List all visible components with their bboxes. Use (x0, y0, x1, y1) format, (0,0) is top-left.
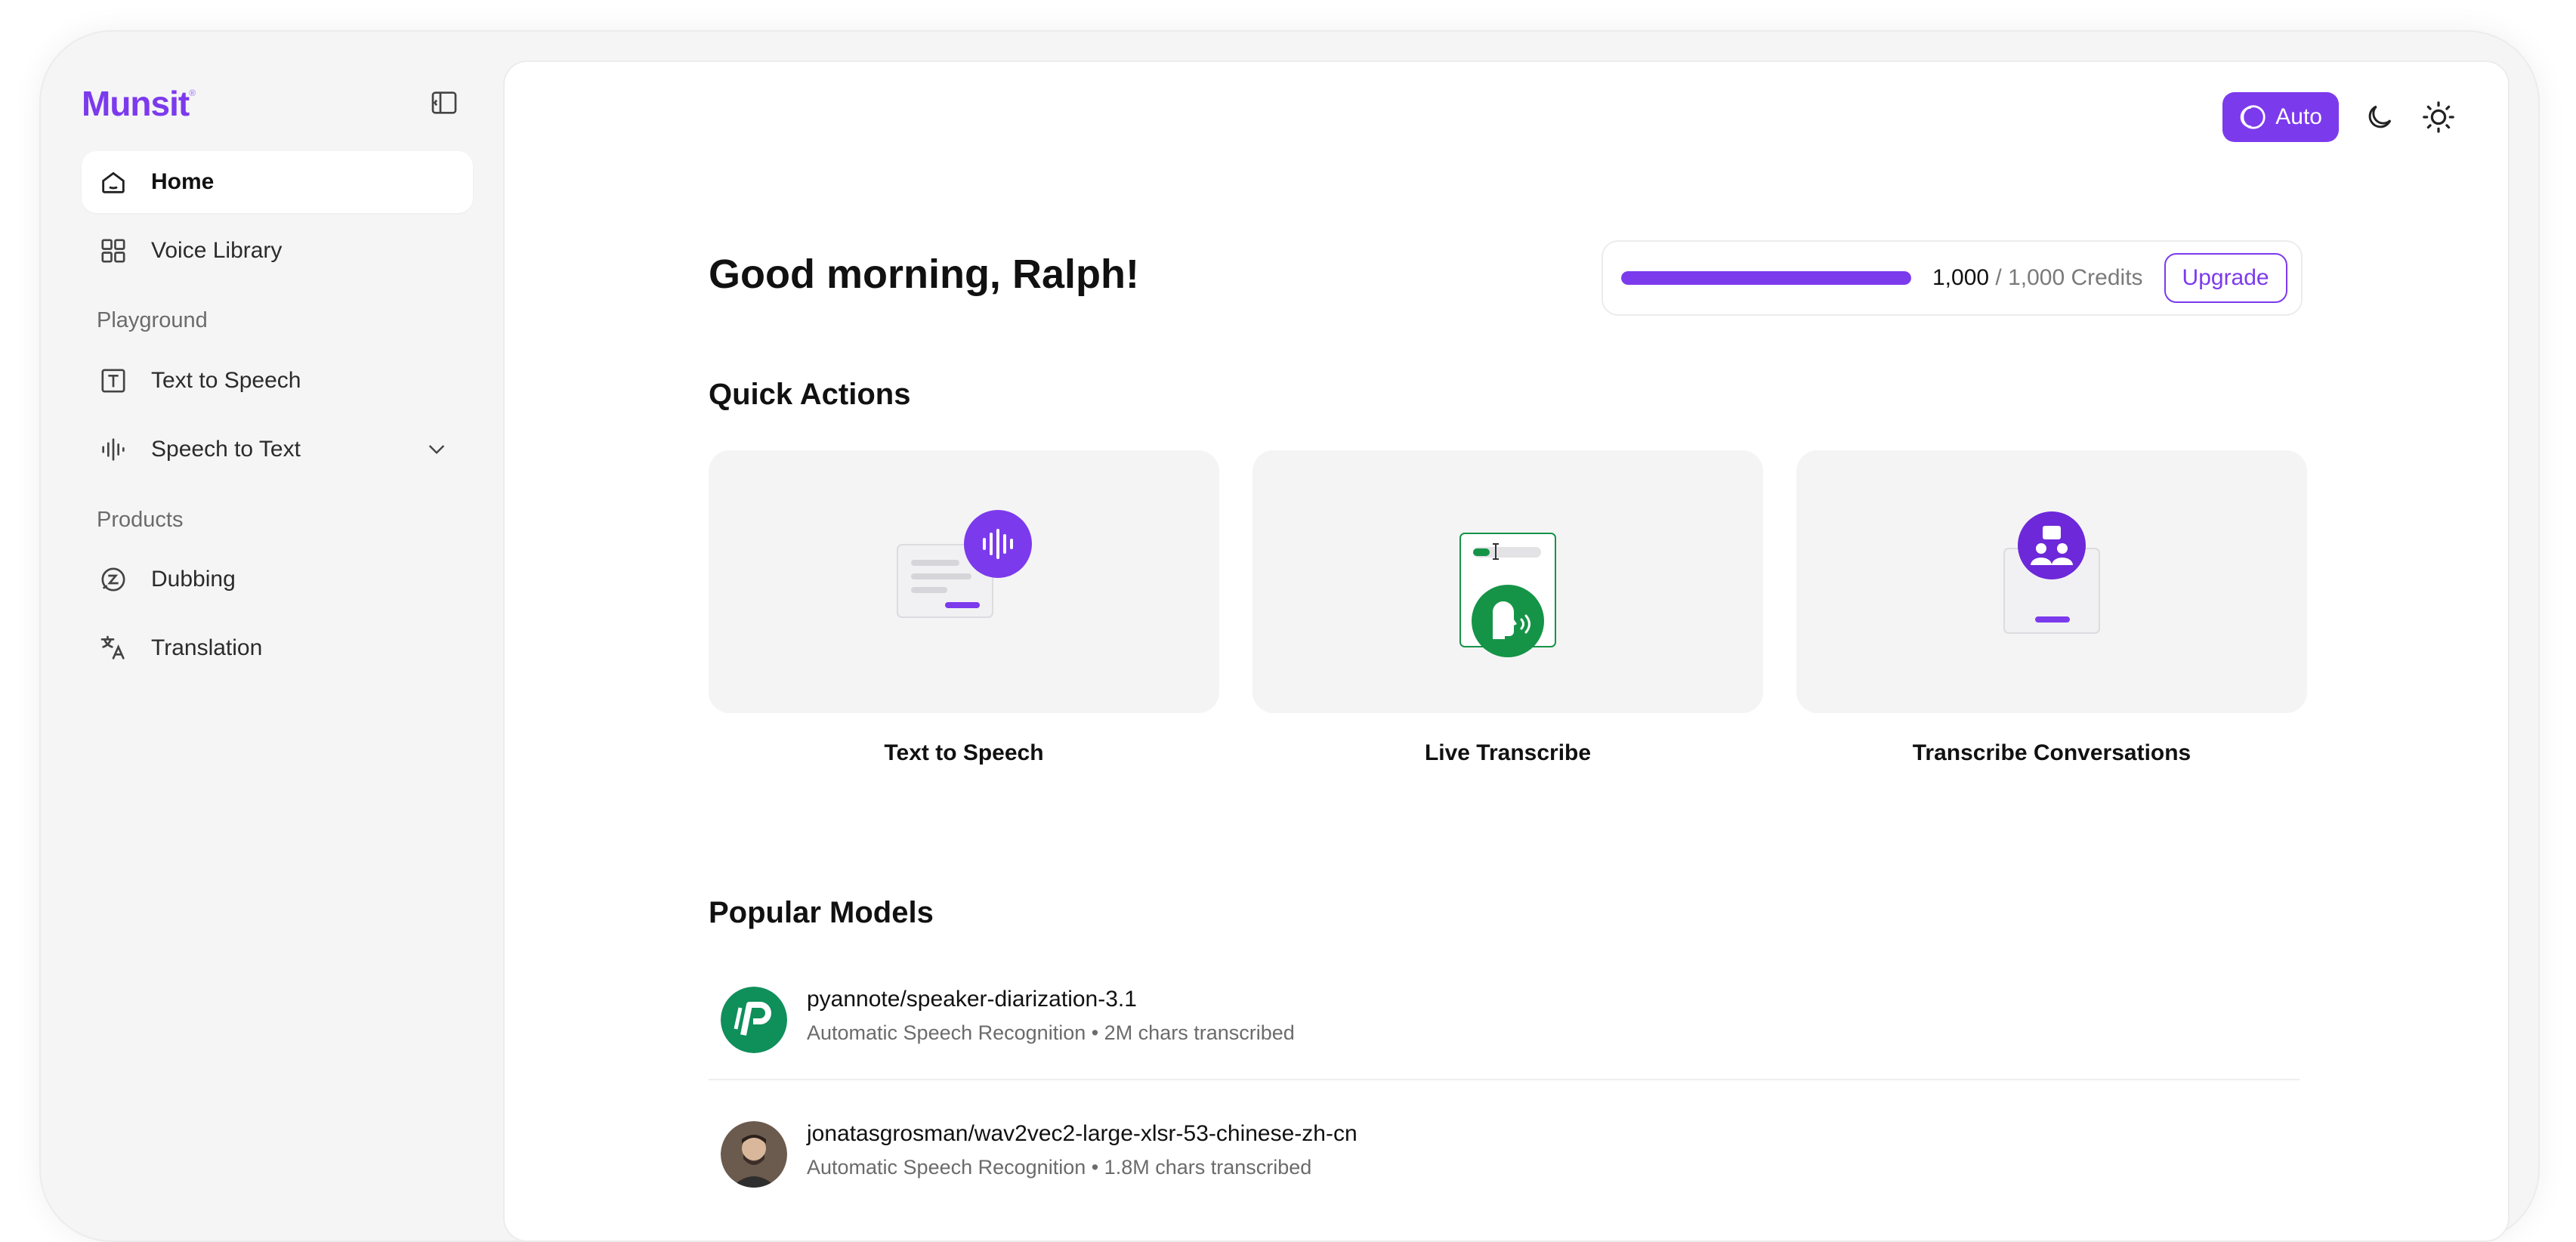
sidebar-item-label: Speech to Text (151, 437, 301, 462)
half-moon-icon (2241, 105, 2266, 129)
sidebar-item-label: Home (151, 169, 215, 194)
user-photo-icon (721, 1121, 787, 1188)
sidebar-item-label: Voice Library (151, 238, 283, 263)
section-label-playground: Playground (97, 308, 208, 332)
sidebar-item-label: Text to Speech (151, 368, 301, 393)
quick-action-transcribe-conversations[interactable] (1796, 450, 2307, 713)
sidebar-item-speech-to-text[interactable]: Speech to Text (82, 419, 473, 480)
transcribe-conversations-illustration-icon (2003, 511, 2100, 634)
sidebar-item-voice-library[interactable]: Voice Library (82, 220, 473, 282)
app-root: Munsit® Home Voice Library Playground Te… (59, 60, 2510, 1242)
translate-icon (97, 632, 130, 665)
dark-mode-button[interactable] (2361, 99, 2398, 135)
sidebar-collapse-button[interactable] (428, 86, 461, 119)
text-to-speech-illustration-icon (897, 510, 1032, 618)
chevron-down-icon[interactable] (422, 434, 452, 464)
quick-actions-title: Quick Actions (709, 378, 911, 411)
theme-auto-button[interactable]: Auto (2222, 92, 2339, 142)
sidebar-item-home[interactable]: Home (82, 151, 473, 213)
light-mode-button[interactable] (2420, 99, 2457, 135)
sidebar-item-text-to-speech[interactable]: Text to Speech (82, 350, 473, 412)
app-logo[interactable]: Munsit® (82, 83, 196, 124)
sidebar-item-label: Translation (151, 635, 263, 660)
live-transcribe-illustration-icon (1459, 533, 1556, 657)
credits-progress-bar (1621, 271, 1911, 285)
credits-text: 1,000 / 1,000 Credits (1932, 265, 2143, 291)
upgrade-button[interactable]: Upgrade (2164, 253, 2287, 303)
sidebar-toggle-icon (431, 91, 457, 114)
credits-used: 1,000 (1932, 265, 1990, 290)
model-name: pyannote/speaker-diarization-3.1 (807, 987, 1137, 1012)
quick-action-label: Text to Speech (884, 740, 1044, 765)
main-panel: Auto Good morning, Ralph! 1,000 / 1,000 … (503, 60, 2510, 1242)
sidebar: Munsit® Home Voice Library Playground Te… (59, 60, 497, 1194)
quick-action-live-transcribe[interactable] (1252, 450, 1763, 713)
moon-icon (2368, 105, 2392, 128)
credits-total: / 1,000 Credits (1995, 265, 2143, 290)
credits-widget: 1,000 / 1,000 Credits Upgrade (1602, 240, 2303, 316)
list-divider (709, 1079, 2300, 1080)
text-box-icon (97, 364, 130, 397)
quick-action-text-to-speech[interactable] (709, 450, 1219, 713)
sidebar-item-translation[interactable]: Translation (82, 617, 473, 679)
credits-progress-fill (1621, 271, 1911, 285)
quick-action-label: Transcribe Conversations (1912, 740, 2191, 765)
grid-icon (97, 234, 130, 267)
home-icon (97, 165, 130, 199)
section-label-products: Products (97, 508, 184, 532)
sidebar-item-label: Dubbing (151, 567, 236, 592)
model-avatar (721, 1121, 787, 1188)
model-list-item[interactable]: pyannote/speaker-diarization-3.1 Automat… (709, 970, 2300, 1076)
popular-models-title: Popular Models (709, 896, 934, 929)
model-list-item[interactable]: jonatasgrosman/wav2vec2-large-xlsr-53-ch… (709, 1105, 2300, 1210)
model-name: jonatasgrosman/wav2vec2-large-xlsr-53-ch… (807, 1121, 1357, 1146)
waveform-icon (97, 433, 130, 466)
quick-action-label: Live Transcribe (1424, 740, 1592, 765)
model-meta: Automatic Speech Recognition • 1.8M char… (807, 1156, 1312, 1179)
page-greeting: Good morning, Ralph! (709, 252, 1139, 297)
theme-auto-label: Auto (2275, 104, 2322, 129)
theme-switcher: Auto (2222, 92, 2457, 142)
dubbing-icon (97, 563, 130, 596)
sidebar-item-dubbing[interactable]: Dubbing (82, 548, 473, 610)
sun-icon (2423, 101, 2454, 133)
pyannote-logo-icon (721, 987, 787, 1053)
model-meta: Automatic Speech Recognition • 2M chars … (807, 1021, 1295, 1044)
model-avatar (721, 987, 787, 1053)
